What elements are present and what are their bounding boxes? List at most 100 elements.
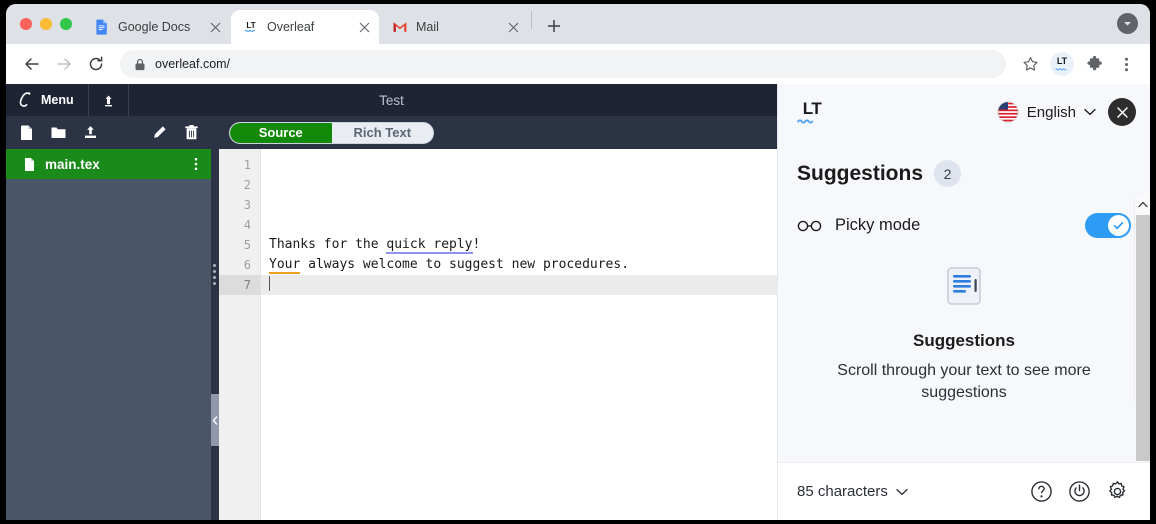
- languagetool-header: LT English: [778, 84, 1150, 140]
- browser-window: Google Docs LT Overleaf Mail overleaf.co…: [6, 4, 1150, 520]
- suggestions-empty-state: Suggestions Scroll through your text to …: [797, 232, 1131, 462]
- code-text: !: [472, 237, 481, 252]
- editor-toolbar: Source Rich Text: [219, 116, 777, 149]
- close-window-button[interactable]: [20, 18, 32, 30]
- code-editor[interactable]: 1 2 3 4 5 6 7 Thanks for the quick reply…: [219, 149, 777, 520]
- window-dropdown-button[interactable]: [1117, 13, 1138, 34]
- source-richtext-toggle[interactable]: Source Rich Text: [229, 121, 434, 144]
- bookmark-star-icon[interactable]: [1016, 50, 1044, 78]
- languagetool-extension-icon[interactable]: LT: [1048, 50, 1076, 78]
- delete-icon[interactable]: [181, 123, 201, 143]
- grammar-error-your[interactable]: Your: [269, 257, 301, 274]
- scrollbar-thumb[interactable]: [1135, 215, 1150, 461]
- file-tree-toolbar: [6, 116, 211, 149]
- code-line[interactable]: [261, 155, 777, 175]
- line-number: 7: [219, 275, 260, 295]
- code-line[interactable]: [261, 215, 777, 235]
- browser-tab-strip: Google Docs LT Overleaf Mail: [6, 4, 1150, 44]
- minimize-window-button[interactable]: [40, 18, 52, 30]
- languagetool-logo: LT: [797, 100, 827, 125]
- new-folder-icon[interactable]: [48, 123, 68, 143]
- code-line[interactable]: [261, 175, 777, 195]
- overleaf-menu-label: Menu: [41, 93, 74, 107]
- window-traffic-lights: [14, 4, 82, 44]
- line-number: 1: [243, 158, 251, 172]
- svg-text:LT: LT: [246, 21, 255, 30]
- line-number: 5: [243, 238, 251, 252]
- empty-state-title: Suggestions: [912, 331, 1015, 350]
- file-tree-item-main-tex[interactable]: main.tex: [6, 149, 211, 179]
- check-icon: [1113, 221, 1124, 230]
- tab-title: Mail: [416, 20, 439, 34]
- help-circle-icon[interactable]: [1024, 475, 1058, 509]
- browser-tab-google-docs[interactable]: Google Docs: [82, 10, 230, 44]
- code-line[interactable]: [261, 195, 777, 215]
- panel-scrollbar[interactable]: [1134, 196, 1151, 461]
- chevron-down-icon[interactable]: [896, 488, 908, 496]
- style-suggestion-quick-reply[interactable]: quick reply: [386, 237, 473, 254]
- chevron-down-icon[interactable]: [1084, 108, 1096, 116]
- upload-icon[interactable]: [80, 123, 100, 143]
- maximize-window-button[interactable]: [60, 18, 72, 30]
- glasses-icon: [797, 219, 822, 233]
- scrollbar-track[interactable]: [1135, 213, 1151, 461]
- file-name: main.tex: [45, 156, 100, 172]
- file-menu-icon[interactable]: [189, 157, 203, 171]
- browser-tab-overleaf[interactable]: LT Overleaf: [231, 10, 379, 44]
- suggestions-header: Suggestions 2: [797, 160, 1131, 187]
- overleaf-menu-button[interactable]: Menu: [6, 84, 89, 116]
- address-bar[interactable]: overleaf.com/: [120, 50, 1006, 78]
- languagetool-wave-icon: [797, 118, 814, 124]
- tab-rich-text[interactable]: Rich Text: [332, 123, 434, 143]
- code-line-6[interactable]: Your always welcome to suggest new proce…: [261, 255, 777, 275]
- new-tab-button[interactable]: [540, 12, 568, 40]
- overleaf-body: main.tex Source Rich Text 1 2 3 4 5 6 7 …: [6, 116, 777, 520]
- rename-icon[interactable]: [149, 123, 169, 143]
- gear-icon[interactable]: [1100, 475, 1134, 509]
- close-tab-button[interactable]: [355, 18, 373, 36]
- file-tree-empty-area: [6, 179, 211, 520]
- toggle-knob: [1108, 215, 1129, 236]
- new-file-icon[interactable]: [16, 123, 36, 143]
- tab-title: Overleaf: [267, 20, 315, 34]
- overleaf-back-to-projects-button[interactable]: [89, 84, 129, 116]
- line-number: 2: [243, 178, 251, 192]
- panel-resize-rail[interactable]: [211, 116, 219, 520]
- tab-separator: [531, 11, 532, 29]
- close-tab-button[interactable]: [206, 18, 224, 36]
- overleaf-topbar: Menu Test: [6, 84, 777, 116]
- chrome-menu-icon[interactable]: [1112, 50, 1140, 78]
- lt-extension-label: LT: [1056, 56, 1068, 66]
- reload-button[interactable]: [82, 50, 110, 78]
- extensions-puzzle-icon[interactable]: [1080, 50, 1108, 78]
- code-lines[interactable]: Thanks for the quick reply! Your always …: [261, 149, 777, 520]
- languagetool-panel: LT English Suggestions 2 Picky mode Sugg…: [777, 84, 1150, 520]
- editor-column: Source Rich Text 1 2 3 4 5 6 7 Thanks fo…: [219, 116, 777, 520]
- document-lines-icon: [943, 266, 985, 311]
- language-selector[interactable]: English: [996, 101, 1096, 123]
- code-line-7-active[interactable]: [261, 275, 777, 295]
- line-number: 4: [243, 218, 251, 232]
- close-panel-button[interactable]: [1108, 98, 1136, 126]
- empty-state-subtitle: Scroll through your text to see more sug…: [837, 362, 1091, 401]
- suggestions-title: Suggestions: [797, 161, 924, 185]
- tab-source[interactable]: Source: [230, 122, 332, 143]
- resize-grip[interactable]: [213, 264, 216, 285]
- screenshot-root: Google Docs LT Overleaf Mail overleaf.co…: [0, 0, 1156, 524]
- language-label: English: [1026, 103, 1076, 121]
- character-count-label: 85 characters: [797, 483, 888, 500]
- scroll-up-arrow-icon[interactable]: [1135, 196, 1151, 213]
- languagetool-icon: LT: [243, 19, 259, 35]
- character-count-dropdown[interactable]: 85 characters: [797, 483, 908, 500]
- languagetool-logo-text: LT: [802, 98, 822, 118]
- close-tab-button[interactable]: [504, 18, 522, 36]
- forward-button[interactable]: [50, 50, 78, 78]
- browser-tab-mail[interactable]: Mail: [380, 10, 528, 44]
- picky-mode-toggle[interactable]: [1085, 213, 1131, 238]
- back-button[interactable]: [18, 50, 46, 78]
- languagetool-footer: 85 characters: [778, 462, 1150, 520]
- power-icon[interactable]: [1062, 475, 1096, 509]
- code-line-5[interactable]: Thanks for the quick reply!: [261, 235, 777, 255]
- collapse-sidebar-button[interactable]: [211, 394, 219, 446]
- lock-icon: [134, 58, 146, 71]
